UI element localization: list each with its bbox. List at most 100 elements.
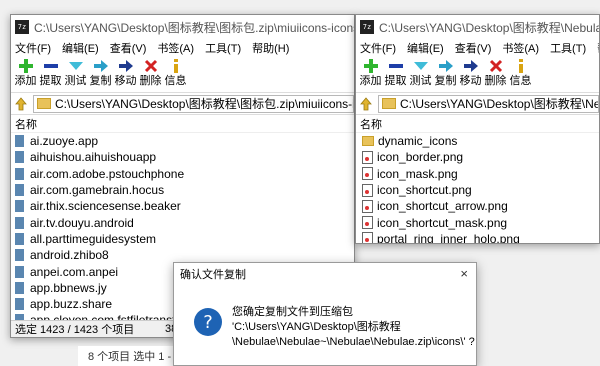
list-item[interactable]: dynamic_icons bbox=[356, 133, 599, 149]
right-file-list: dynamic_icons icon_border.png icon_mask.… bbox=[356, 133, 599, 243]
folder-name: dynamic_icons bbox=[378, 134, 458, 149]
left-address-bar: C:\Users\YANG\Desktop\图标教程\图标包.zip\miuii… bbox=[11, 93, 354, 115]
menu-view[interactable]: 查看(V) bbox=[455, 40, 492, 56]
list-item[interactable]: icon_shortcut_arrow.png bbox=[356, 198, 599, 214]
menu-edit[interactable]: 编辑(E) bbox=[407, 40, 444, 56]
move-arrow-icon bbox=[118, 57, 134, 75]
folder-icon bbox=[37, 98, 51, 109]
list-item[interactable]: icon_shortcut.png bbox=[356, 182, 599, 198]
menu-file[interactable]: 文件(F) bbox=[15, 40, 51, 56]
copy-arrow-icon bbox=[93, 57, 109, 75]
info-label: 信息 bbox=[164, 75, 187, 87]
confirm-copy-dialog: 确认文件复制 × ? 您确定复制文件到压缩包 'C:\Users\YANG\De… bbox=[173, 262, 477, 366]
selection-count: 选定 1423 / 1423 个项目 bbox=[15, 324, 135, 336]
close-icon[interactable]: × bbox=[460, 266, 468, 281]
test-label: 测试 bbox=[64, 75, 87, 87]
list-item[interactable]: air.thix.sciencesense.beaker bbox=[11, 198, 354, 214]
menu-file[interactable]: 文件(F) bbox=[360, 40, 396, 56]
test-button[interactable]: 测试 bbox=[408, 57, 433, 87]
file-name: icon_border.png bbox=[377, 150, 464, 165]
extract-button[interactable]: 提取 bbox=[383, 57, 408, 87]
delete-button[interactable]: 删除 bbox=[483, 57, 508, 87]
move-button[interactable]: 移动 bbox=[113, 57, 138, 87]
list-item[interactable]: icon_border.png bbox=[356, 149, 599, 165]
file-name: android.zhibo8 bbox=[30, 248, 109, 263]
info-button[interactable]: 信息 bbox=[508, 57, 533, 87]
menu-bookmarks[interactable]: 书签(A) bbox=[502, 40, 539, 56]
png-file-icon bbox=[362, 150, 373, 164]
background-status-bar: 8 个项目 选中 1 - bbox=[78, 346, 178, 366]
delete-button[interactable]: 删除 bbox=[138, 57, 163, 87]
right-path-field[interactable]: C:\Users\YANG\Desktop\图标教程\Nebulae\Nebul… bbox=[378, 94, 599, 113]
file-name: air.thix.sciencesense.beaker bbox=[30, 199, 181, 214]
extract-label: 提取 bbox=[384, 75, 407, 87]
list-item[interactable]: ai.zuoye.app bbox=[11, 133, 354, 149]
copy-button[interactable]: 复制 bbox=[433, 57, 458, 87]
list-item[interactable]: all.parttimeguidesystem bbox=[11, 231, 354, 247]
file-name: ai.zuoye.app bbox=[30, 134, 99, 149]
add-button[interactable]: 添加 bbox=[358, 57, 383, 87]
list-item[interactable]: android.zhibo8 bbox=[11, 247, 354, 263]
add-icon bbox=[18, 57, 34, 75]
file-icon bbox=[15, 249, 24, 262]
file-icon bbox=[15, 232, 24, 245]
test-label: 测试 bbox=[409, 75, 432, 87]
menu-tools[interactable]: 工具(T) bbox=[205, 40, 241, 56]
test-button[interactable]: 测试 bbox=[63, 57, 88, 87]
menu-help[interactable]: 帮助(H) bbox=[252, 40, 289, 56]
move-button[interactable]: 移动 bbox=[458, 57, 483, 87]
list-item[interactable]: portal_ring_inner_holo.png bbox=[356, 231, 599, 243]
menu-tools[interactable]: 工具(T) bbox=[550, 40, 586, 56]
delete-x-icon bbox=[488, 57, 504, 75]
list-item[interactable]: air.tv.douyu.android bbox=[11, 214, 354, 230]
add-label: 添加 bbox=[14, 75, 37, 87]
right-7zip-window: 7z C:\Users\YANG\Desktop\图标教程\Nebulae\Ne… bbox=[355, 14, 600, 244]
test-icon bbox=[413, 57, 429, 75]
list-item[interactable]: icon_mask.png bbox=[356, 166, 599, 182]
up-folder-icon[interactable] bbox=[358, 96, 374, 112]
up-folder-icon[interactable] bbox=[13, 96, 29, 112]
info-icon bbox=[168, 57, 184, 75]
extract-button[interactable]: 提取 bbox=[38, 57, 63, 87]
left-toolbar: 添加 提取 测试 复制 移动 删除 信息 bbox=[11, 57, 354, 93]
file-name: icon_shortcut.png bbox=[377, 183, 472, 198]
right-title-bar[interactable]: 7z C:\Users\YANG\Desktop\图标教程\Nebulae\Ne… bbox=[356, 15, 599, 39]
add-icon bbox=[363, 57, 379, 75]
extract-label: 提取 bbox=[39, 75, 62, 87]
list-item[interactable]: air.com.adobe.pstouchphone bbox=[11, 166, 354, 182]
left-title-bar[interactable]: 7z C:\Users\YANG\Desktop\图标教程\图标包.zip\mi… bbox=[11, 15, 354, 39]
menu-edit[interactable]: 编辑(E) bbox=[62, 40, 99, 56]
copy-arrow-icon bbox=[438, 57, 454, 75]
folder-icon bbox=[382, 98, 396, 109]
extract-icon bbox=[388, 57, 404, 75]
file-icon bbox=[15, 265, 24, 278]
file-name: app.bbnews.jy bbox=[30, 280, 107, 295]
png-file-icon bbox=[362, 183, 373, 197]
dialog-message: 您确定复制文件到压缩包 'C:\Users\YANG\Desktop\图标教程 … bbox=[232, 305, 475, 365]
move-arrow-icon bbox=[463, 57, 479, 75]
move-label: 移动 bbox=[114, 75, 137, 87]
file-icon bbox=[15, 281, 24, 294]
copy-label: 复制 bbox=[89, 75, 112, 87]
extract-icon bbox=[43, 57, 59, 75]
left-window-title: C:\Users\YANG\Desktop\图标教程\图标包.zip\miuii… bbox=[34, 20, 354, 35]
png-file-icon bbox=[362, 199, 373, 213]
left-path-field[interactable]: C:\Users\YANG\Desktop\图标教程\图标包.zip\miuii… bbox=[33, 94, 354, 113]
copy-button[interactable]: 复制 bbox=[88, 57, 113, 87]
left-column-header-name[interactable]: 名称 bbox=[11, 115, 354, 133]
list-item[interactable]: air.com.gamebrain.hocus bbox=[11, 182, 354, 198]
list-item[interactable]: icon_shortcut_mask.png bbox=[356, 214, 599, 230]
file-icon bbox=[15, 135, 24, 148]
right-menu-bar: 文件(F) 编辑(E) 查看(V) 书签(A) 工具(T) 帮助(H) bbox=[356, 39, 599, 57]
file-name: icon_shortcut_arrow.png bbox=[377, 199, 508, 214]
list-item[interactable]: aihuishou.aihuishouapp bbox=[11, 149, 354, 165]
7zip-app-icon: 7z bbox=[15, 20, 29, 34]
move-label: 移动 bbox=[459, 75, 482, 87]
menu-bookmarks[interactable]: 书签(A) bbox=[157, 40, 194, 56]
delete-label: 删除 bbox=[139, 75, 162, 87]
add-button[interactable]: 添加 bbox=[13, 57, 38, 87]
right-column-header-name[interactable]: 名称 bbox=[356, 115, 599, 133]
info-button[interactable]: 信息 bbox=[163, 57, 188, 87]
menu-view[interactable]: 查看(V) bbox=[110, 40, 147, 56]
file-icon bbox=[15, 184, 24, 197]
